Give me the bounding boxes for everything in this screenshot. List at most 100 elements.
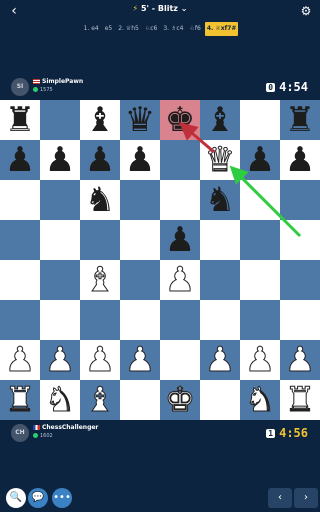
bottom-bar: 🔍 💬 ••• ‹ › xyxy=(0,484,320,512)
white-rook-icon[interactable]: ♜ xyxy=(280,380,320,421)
move-item[interactable]: e5 xyxy=(103,22,115,36)
move-item[interactable]: 1. e4 xyxy=(82,22,101,36)
square-d3[interactable] xyxy=(120,300,160,340)
square-b4[interactable] xyxy=(40,260,80,300)
black-rook-icon[interactable]: ♜ xyxy=(280,100,320,140)
square-b3[interactable] xyxy=(40,300,80,340)
opponent-name[interactable]: SimplePawn xyxy=(33,78,83,85)
white-pawn-icon[interactable]: ♟ xyxy=(120,340,160,381)
square-e6[interactable] xyxy=(160,180,200,220)
opponent-rating: 1575 xyxy=(33,87,53,93)
game-title: ⚡ 5' - Blitz ⌄ xyxy=(132,4,188,13)
square-c3[interactable] xyxy=(80,300,120,340)
white-pawn-icon[interactable]: ♟ xyxy=(80,340,120,381)
chess-board[interactable]: ♜ ♝ ♛ ♚ ♝ ♜ ♟ ♟ ♟ ♟ ♛ ♟ ♟ ♞ ♞ ♟ ♝ ♟ ♟ ♟ ♟ ♟ ♟ ♟ ♟ ♜ ♞ ♝ ♚ ♞ ♜ xyxy=(0,100,320,421)
player-bar: CH ChessChallenger 1602 1 4:56 xyxy=(0,420,320,446)
square-d6[interactable] xyxy=(120,180,160,220)
square-f4[interactable] xyxy=(200,260,240,300)
square-a4[interactable] xyxy=(0,260,40,300)
flag-icon xyxy=(33,79,40,84)
square-a6[interactable] xyxy=(0,180,40,220)
black-rook-icon[interactable]: ♜ xyxy=(0,100,40,140)
avatar[interactable]: CH xyxy=(11,424,29,442)
square-b5[interactable] xyxy=(40,220,80,260)
white-pawn-icon[interactable]: ♟ xyxy=(240,340,280,381)
player-clock: 1 4:56 xyxy=(266,426,308,440)
white-knight-icon[interactable]: ♞ xyxy=(240,380,280,421)
square-g6[interactable] xyxy=(240,180,280,220)
square-d1[interactable] xyxy=(120,380,160,420)
prev-move-button[interactable]: ‹ xyxy=(268,488,292,508)
square-g3[interactable] xyxy=(240,300,280,340)
move-item[interactable]: 3. ♗c4 xyxy=(161,22,185,36)
opponent-bar: SI SimplePawn 1575 0 4:54 xyxy=(0,74,320,100)
square-g4[interactable] xyxy=(240,260,280,300)
square-e7[interactable] xyxy=(160,140,200,180)
more-icon[interactable]: ••• xyxy=(52,488,72,508)
lightning-icon: ⚡ xyxy=(132,4,139,13)
square-c5[interactable] xyxy=(80,220,120,260)
move-list: 1. e4 e5 2. ♕h5 ♘c6 3. ♗c4 ♘f6 4. ♕xf7# xyxy=(0,22,320,36)
player-name[interactable]: ChessChallenger xyxy=(33,424,98,431)
square-e2[interactable] xyxy=(160,340,200,380)
square-h4[interactable] xyxy=(280,260,320,300)
black-pawn-icon[interactable]: ♟ xyxy=(80,140,120,180)
square-b8[interactable] xyxy=(40,100,80,140)
square-g5[interactable] xyxy=(240,220,280,260)
clock-badge: 1 xyxy=(266,429,276,438)
black-king-icon[interactable]: ♚ xyxy=(160,100,200,140)
square-d5[interactable] xyxy=(120,220,160,260)
flag-icon xyxy=(33,425,40,430)
move-item[interactable]: ♘f6 xyxy=(188,22,203,36)
white-bishop-icon[interactable]: ♝ xyxy=(80,260,120,301)
search-icon[interactable]: 🔍 xyxy=(6,488,26,508)
next-move-button[interactable]: › xyxy=(294,488,318,508)
square-f1[interactable] xyxy=(200,380,240,420)
black-bishop-icon[interactable]: ♝ xyxy=(80,100,120,140)
black-queen-icon[interactable]: ♛ xyxy=(120,100,160,140)
top-bar: ‹ ⚡ 5' - Blitz ⌄ ⚙ xyxy=(0,0,320,22)
square-a3[interactable] xyxy=(0,300,40,340)
square-a5[interactable] xyxy=(0,220,40,260)
clock-badge: 0 xyxy=(266,83,276,92)
white-bishop-icon[interactable]: ♝ xyxy=(80,380,120,421)
verified-icon xyxy=(33,433,38,438)
white-pawn-icon[interactable]: ♟ xyxy=(280,340,320,381)
white-rook-icon[interactable]: ♜ xyxy=(0,380,40,421)
white-knight-icon[interactable]: ♞ xyxy=(40,380,80,421)
white-queen-icon[interactable]: ♛ xyxy=(200,140,240,181)
white-king-icon[interactable]: ♚ xyxy=(160,380,200,421)
avatar[interactable]: SI xyxy=(11,78,29,96)
black-bishop-icon[interactable]: ♝ xyxy=(200,100,240,140)
move-item[interactable]: 2. ♕h5 xyxy=(116,22,141,36)
square-h6[interactable] xyxy=(280,180,320,220)
black-pawn-icon[interactable]: ♟ xyxy=(40,140,80,180)
square-d4[interactable] xyxy=(120,260,160,300)
chevron-down-icon[interactable]: ⌄ xyxy=(181,4,188,13)
chat-icon[interactable]: 💬 xyxy=(28,488,48,508)
black-knight-icon[interactable]: ♞ xyxy=(80,180,120,220)
white-pawn-icon[interactable]: ♟ xyxy=(0,340,40,381)
square-h3[interactable] xyxy=(280,300,320,340)
black-pawn-icon[interactable]: ♟ xyxy=(240,140,280,180)
square-f3[interactable] xyxy=(200,300,240,340)
square-f5[interactable] xyxy=(200,220,240,260)
opponent-clock: 0 4:54 xyxy=(266,80,308,94)
white-pawn-icon[interactable]: ♟ xyxy=(160,260,200,301)
square-g8[interactable] xyxy=(240,100,280,140)
black-pawn-icon[interactable]: ♟ xyxy=(0,140,40,180)
white-pawn-icon[interactable]: ♟ xyxy=(40,340,80,381)
black-pawn-icon[interactable]: ♟ xyxy=(160,220,200,260)
black-knight-icon[interactable]: ♞ xyxy=(200,180,240,220)
white-pawn-icon[interactable]: ♟ xyxy=(200,340,240,381)
verified-icon xyxy=(33,87,38,92)
move-item[interactable]: 4. ♕xf7# xyxy=(204,22,239,36)
black-pawn-icon[interactable]: ♟ xyxy=(280,140,320,180)
square-h5[interactable] xyxy=(280,220,320,260)
player-rating: 1602 xyxy=(33,433,53,439)
square-e3[interactable] xyxy=(160,300,200,340)
black-pawn-icon[interactable]: ♟ xyxy=(120,140,160,180)
gear-icon[interactable]: ⚙ xyxy=(298,3,314,19)
square-b6[interactable] xyxy=(40,180,80,220)
move-item[interactable]: ♘c6 xyxy=(143,22,160,36)
